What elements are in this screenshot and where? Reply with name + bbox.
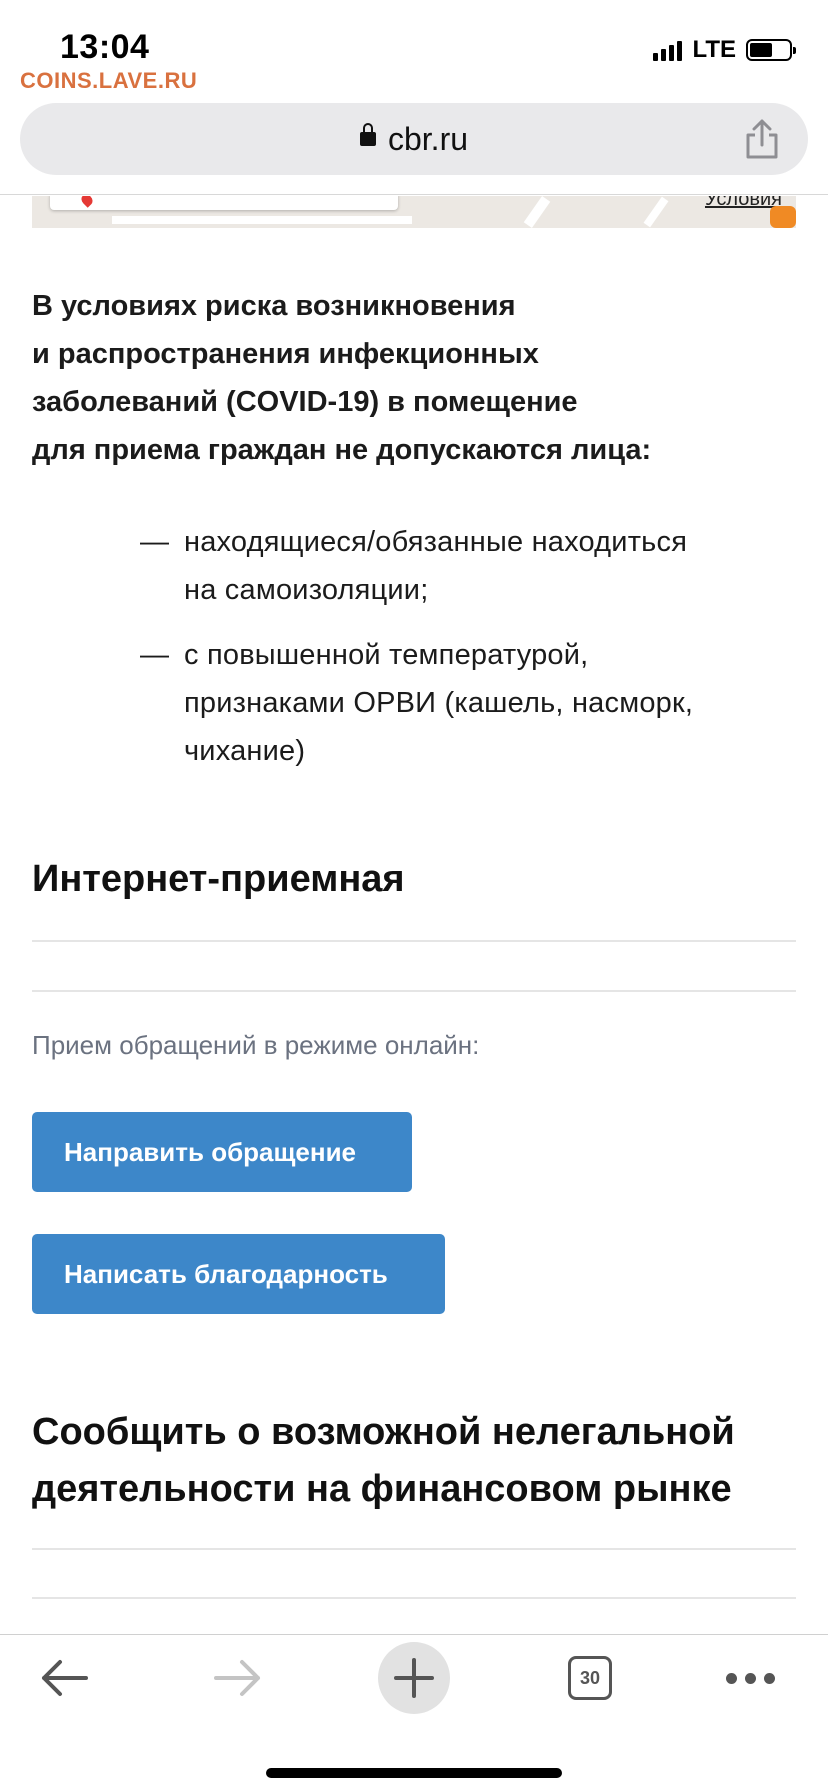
send-request-button[interactable]: Направить обращение	[32, 1112, 412, 1192]
new-tab-button[interactable]	[378, 1635, 450, 1721]
dash-marker: —	[140, 639, 169, 671]
send-thanks-button[interactable]: Написать благодарность	[32, 1234, 445, 1314]
status-time: 13:04	[60, 28, 150, 66]
notice-line: и распространения инфекционных	[32, 338, 539, 370]
watermark: COINS.LAVE.RU	[20, 68, 198, 93]
share-icon[interactable]	[742, 117, 782, 161]
url-display[interactable]: cbr.ru	[20, 121, 808, 158]
divider	[32, 990, 796, 992]
list-item: — с повышенной температурой, признаками …	[140, 631, 800, 775]
divider	[32, 1597, 796, 1599]
section-heading-report: Сообщить о возможной нелегальной деятель…	[32, 1404, 735, 1518]
online-requests-label: Прием обращений в режиме онлайн:	[32, 1030, 480, 1060]
more-menu-button[interactable]	[722, 1635, 778, 1721]
notice-line: заболеваний (COVID-19) в помещение	[32, 386, 578, 418]
covid-notice: В условиях риска возникновения и распрос…	[32, 282, 752, 474]
tab-count-badge: 30	[568, 1656, 612, 1700]
tabs-button[interactable]: 30	[566, 1635, 614, 1721]
list-item: — находящиеся/обязанные находиться на са…	[140, 518, 800, 614]
notice-line: для приема граждан не допускаются лица:	[32, 434, 652, 466]
more-dots-icon	[725, 1672, 775, 1684]
map-info-card[interactable]	[50, 196, 398, 210]
notice-line: В условиях риска возникновения	[32, 290, 516, 322]
map-preview[interactable]: Условия	[32, 196, 796, 228]
back-button[interactable]	[34, 1635, 94, 1721]
divider	[32, 1548, 796, 1550]
list-item-line: признаками ОРВИ (кашель, насморк,	[184, 687, 694, 719]
arrow-right-icon	[214, 1660, 260, 1696]
arrow-left-icon	[42, 1660, 88, 1696]
list-item-line: чихание)	[184, 735, 306, 767]
forward-button[interactable]	[208, 1635, 268, 1721]
restrictions-list: — находящиеся/обязанные находиться на са…	[140, 518, 800, 792]
status-indicators: LTE	[653, 36, 796, 64]
header-divider	[0, 194, 828, 195]
plus-icon	[394, 1658, 434, 1698]
section-heading-internet-reception: Интернет-приемная	[32, 858, 405, 900]
list-item-line: находящиеся/обязанные находиться	[184, 526, 688, 558]
url-text: cbr.ru	[387, 121, 469, 157]
map-pin-icon	[79, 196, 95, 208]
list-item-line: на самоизоляции;	[184, 574, 429, 606]
battery-icon	[746, 39, 796, 61]
new-tab-circle	[378, 1642, 450, 1714]
map-poi-icon	[770, 206, 796, 228]
lock-icon	[359, 122, 376, 146]
heading-line: Сообщить о возможной нелегальной	[32, 1411, 735, 1453]
list-item-text: находящиеся/обязанные находиться на само…	[184, 518, 687, 614]
list-item-line: с повышенной температурой,	[184, 639, 589, 671]
heading-line: деятельности на финансовом рынке	[32, 1468, 732, 1510]
divider	[32, 940, 796, 942]
home-indicator[interactable]	[266, 1768, 562, 1778]
network-type: LTE	[692, 36, 736, 63]
cellular-signal-icon	[653, 39, 683, 61]
address-bar[interactable]: cbr.ru	[20, 103, 808, 175]
dash-marker: —	[140, 526, 169, 558]
list-item-text: с повышенной температурой, признаками ОР…	[184, 631, 693, 775]
